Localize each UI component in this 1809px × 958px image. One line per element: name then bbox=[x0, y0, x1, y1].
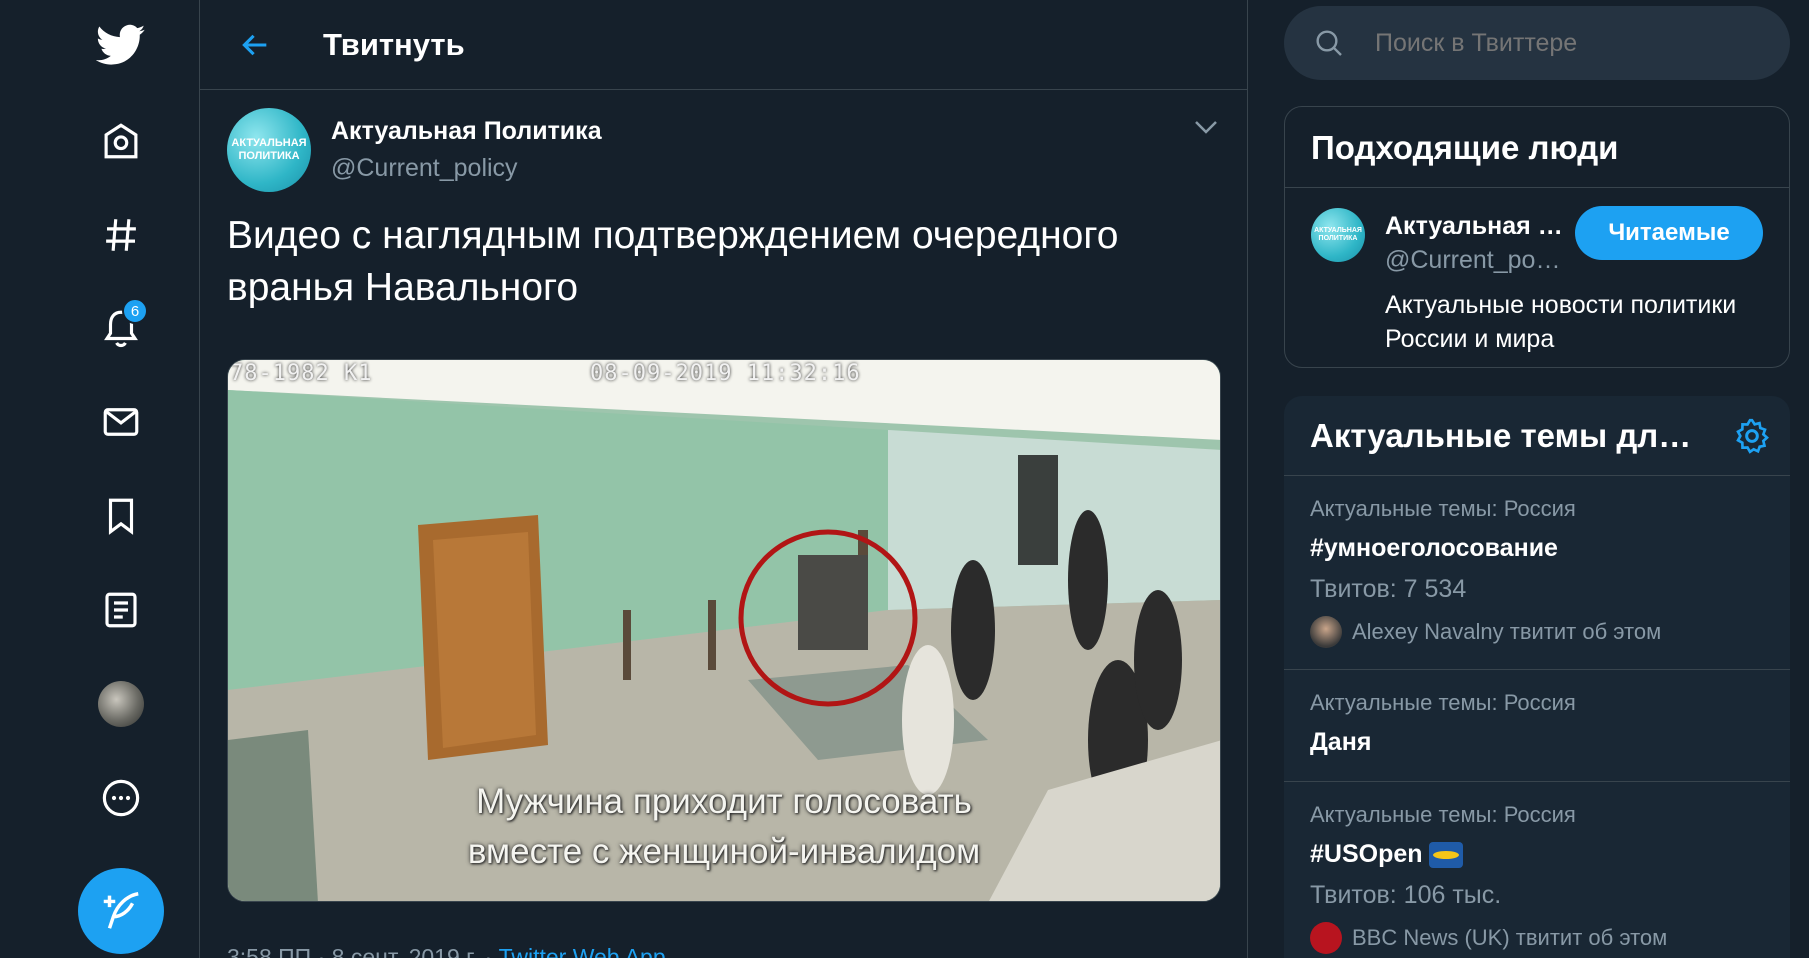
gear-icon[interactable] bbox=[1732, 416, 1772, 456]
video-caption-line: Мужчина приходит голосовать bbox=[476, 782, 972, 821]
trend-tweeted-by-text: BBC News (UK) твитит об этом bbox=[1352, 925, 1668, 950]
tweet-meta: 3:58 ПП · 8 сент. 2019 г. · Twitter Web … bbox=[227, 944, 666, 958]
bell-icon[interactable]: 6 bbox=[88, 295, 154, 361]
author-name[interactable]: Актуальная Политика bbox=[331, 117, 602, 146]
compose-tweet-button[interactable] bbox=[78, 868, 164, 954]
more-icon[interactable] bbox=[88, 765, 154, 831]
search-bar[interactable] bbox=[1284, 6, 1790, 80]
video-caption-line: вместе с женщиной-инвалидом bbox=[467, 832, 981, 871]
compose-tweet-icon bbox=[103, 892, 139, 929]
camera-timestamp: 08-09-2019 11:32:16 bbox=[590, 361, 861, 386]
chevron-down-icon[interactable] bbox=[1191, 112, 1221, 142]
trend-item[interactable]: Актуальные темы: Россия #USOpen Твитов: … bbox=[1284, 782, 1790, 958]
trend-tweeted-by: Alexey Navalny твитит об этом bbox=[1310, 616, 1790, 648]
tweet-video[interactable]: 78-1982 К1 08-09-2019 11:32:16 Мужчина п… bbox=[227, 359, 1221, 902]
author-avatar[interactable]: АКТУАЛЬНАЯ ПОЛИТИКА bbox=[227, 108, 311, 192]
tweet-source-link[interactable]: Twitter Web App bbox=[499, 944, 666, 958]
search-input[interactable] bbox=[1375, 28, 1755, 58]
suggested-user-name[interactable]: Актуальная Политика bbox=[1385, 212, 1565, 241]
trend-name-row: #USOpen bbox=[1310, 840, 1790, 869]
trend-item[interactable]: Актуальные темы: Россия #умноеголосовани… bbox=[1284, 476, 1790, 670]
trend-context: Актуальные темы: Россия bbox=[1310, 690, 1576, 715]
page-title: Твитнуть bbox=[323, 26, 465, 62]
usopen-emoji-icon bbox=[1428, 841, 1463, 868]
trend-item[interactable]: Актуальные темы: Россия Даня bbox=[1284, 670, 1790, 782]
notification-badge: 6 bbox=[122, 298, 148, 324]
trend-tweeted-by: BBC News (UK) твитит об этом bbox=[1310, 922, 1790, 954]
back-arrow-icon bbox=[242, 34, 267, 55]
tweet-author[interactable]: АКТУАЛЬНАЯ ПОЛИТИКА Актуальная Политика … bbox=[227, 108, 602, 192]
trend-context: Актуальные темы: Россия bbox=[1310, 802, 1576, 827]
tweet-timestamp[interactable]: 3:58 ПП · 8 сент. 2019 г. · bbox=[227, 944, 499, 958]
trends-card: Актуальные темы для вас Актуальные темы:… bbox=[1284, 396, 1790, 958]
trend-tweeted-by-text: Alexey Navalny твитит об этом bbox=[1352, 619, 1662, 644]
suggested-user[interactable]: АКТУАЛЬНАЯ ПОЛИТИКА Актуальная Политика … bbox=[1285, 187, 1789, 353]
avatar[interactable]: АКТУАЛЬНАЯ ПОЛИТИКА bbox=[1311, 208, 1365, 262]
left-navigation: 6 bbox=[0, 0, 200, 958]
mail-icon[interactable] bbox=[88, 389, 154, 455]
trends-header: Актуальные темы для вас bbox=[1284, 396, 1790, 476]
search-icon bbox=[1316, 30, 1342, 56]
trend-count: Твитов: 106 тыс. bbox=[1310, 881, 1502, 909]
who-to-follow-card: Подходящие люди АКТУАЛЬНАЯ ПОЛИТИКА Акту… bbox=[1284, 106, 1790, 368]
trend-context: Актуальные темы: Россия bbox=[1310, 496, 1576, 521]
twitter-logo-icon[interactable] bbox=[84, 8, 158, 82]
main-column: Твитнуть АКТУАЛЬНАЯ ПОЛИТИКА Актуальная … bbox=[199, 0, 1248, 958]
page-header: Твитнуть bbox=[200, 0, 1247, 90]
suggested-user-handle[interactable]: @Current_policy bbox=[1385, 246, 1565, 275]
trend-name: #умноеголосование bbox=[1310, 534, 1558, 562]
home-icon[interactable] bbox=[88, 108, 154, 174]
trends-title: Актуальные темы для вас bbox=[1310, 416, 1704, 454]
author-handle[interactable]: @Current_policy bbox=[331, 154, 602, 183]
avatar bbox=[98, 681, 144, 727]
who-to-follow-title: Подходящие люди bbox=[1311, 129, 1619, 166]
hashtag-icon[interactable] bbox=[88, 202, 154, 268]
tweet-text: Видео с наглядным подтверждением очередн… bbox=[227, 214, 1119, 309]
avatar bbox=[1310, 616, 1342, 648]
bbc-news-avatar bbox=[1310, 922, 1342, 954]
suggested-user-bio: Актуальные новости политики России и мир… bbox=[1385, 291, 1737, 353]
video-caption: Мужчина приходит голосовать вместе с жен… bbox=[228, 777, 1220, 877]
camera-id: 78-1982 К1 bbox=[230, 361, 373, 386]
following-button[interactable]: Читаемые bbox=[1575, 206, 1763, 260]
list-icon[interactable] bbox=[88, 577, 154, 643]
trend-name: #USOpen bbox=[1310, 840, 1423, 868]
back-button[interactable] bbox=[227, 17, 283, 73]
profile-avatar[interactable] bbox=[88, 671, 154, 737]
bookmark-icon[interactable] bbox=[88, 483, 154, 549]
trend-count: Твитов: 7 534 bbox=[1310, 575, 1467, 603]
trend-name: Даня bbox=[1310, 728, 1372, 756]
